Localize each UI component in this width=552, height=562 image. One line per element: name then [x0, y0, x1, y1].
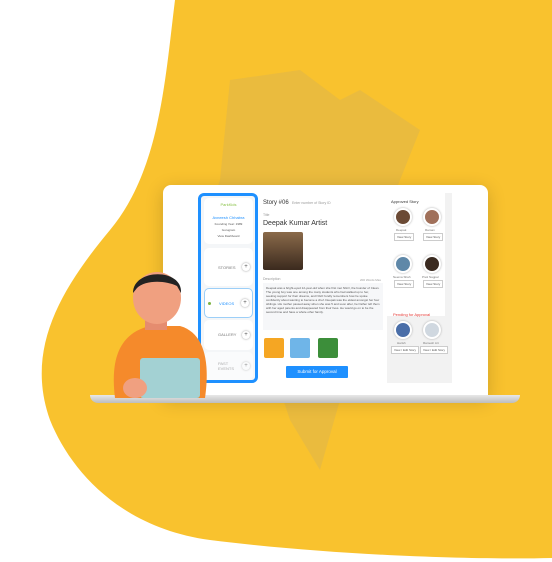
pending-title: Pending for Approval	[393, 312, 431, 317]
label: STORIES	[218, 265, 236, 270]
pending-name: Ramesh Art	[423, 341, 439, 345]
plus-icon[interactable]: +	[242, 362, 250, 370]
plus-icon[interactable]: +	[241, 299, 249, 307]
approved-title: Approved Story	[391, 199, 419, 204]
view-story-button[interactable]: View Story	[423, 233, 444, 241]
label: VIDEOS	[219, 301, 235, 306]
edit-story-button[interactable]: View / Edit Story	[420, 346, 448, 354]
approved-name: Preti Nagpal	[422, 275, 439, 279]
word-count: 200 Words Max	[360, 278, 381, 282]
title-label: Title	[263, 213, 270, 217]
view-dashboard-link[interactable]: View Dashboard	[204, 234, 253, 238]
approved-name: Neema Shah	[393, 275, 411, 279]
pending-name: Harish	[397, 341, 406, 345]
label: PAST EVENTS	[218, 361, 235, 371]
approved-name: Raman	[425, 228, 435, 232]
view-story-button[interactable]: View Story	[423, 280, 444, 288]
gallery-thumb[interactable]	[290, 338, 310, 358]
description-label: Description	[263, 277, 281, 281]
gallery-thumb[interactable]	[264, 338, 284, 358]
submit-for-approval-button[interactable]: Submit for Approval	[286, 366, 348, 378]
location[interactable]: Gurugram	[204, 228, 253, 232]
profile-name: Avneesh Chhabra	[212, 215, 245, 220]
description-field[interactable]: Deepak was a bright-eyed 12-year-old whe…	[263, 283, 383, 330]
label: GALLERY	[218, 332, 237, 337]
story-photo	[263, 232, 303, 270]
approved-name: Deepak	[396, 228, 407, 232]
founding-year: Founding Year: 1989	[214, 222, 243, 226]
view-story-button[interactable]: View Story	[394, 233, 415, 241]
gallery-thumb[interactable]	[318, 338, 338, 358]
story-number: Story #06	[263, 200, 289, 206]
edit-story-button[interactable]: View / Edit Story	[391, 346, 419, 354]
right-panel: Approved Story Deepak View Story Raman Vie…	[387, 193, 452, 383]
brand-logo: ParkKids	[220, 202, 237, 207]
view-story-button[interactable]: View Story	[394, 280, 415, 288]
plus-icon[interactable]: +	[242, 331, 250, 339]
person-with-laptop-illustration	[113, 272, 207, 398]
title-field[interactable]: Deepak Kumar Artist	[263, 220, 327, 227]
story-id-input[interactable]: Enter number of Story ID	[292, 201, 331, 205]
plus-icon[interactable]: +	[242, 263, 250, 271]
